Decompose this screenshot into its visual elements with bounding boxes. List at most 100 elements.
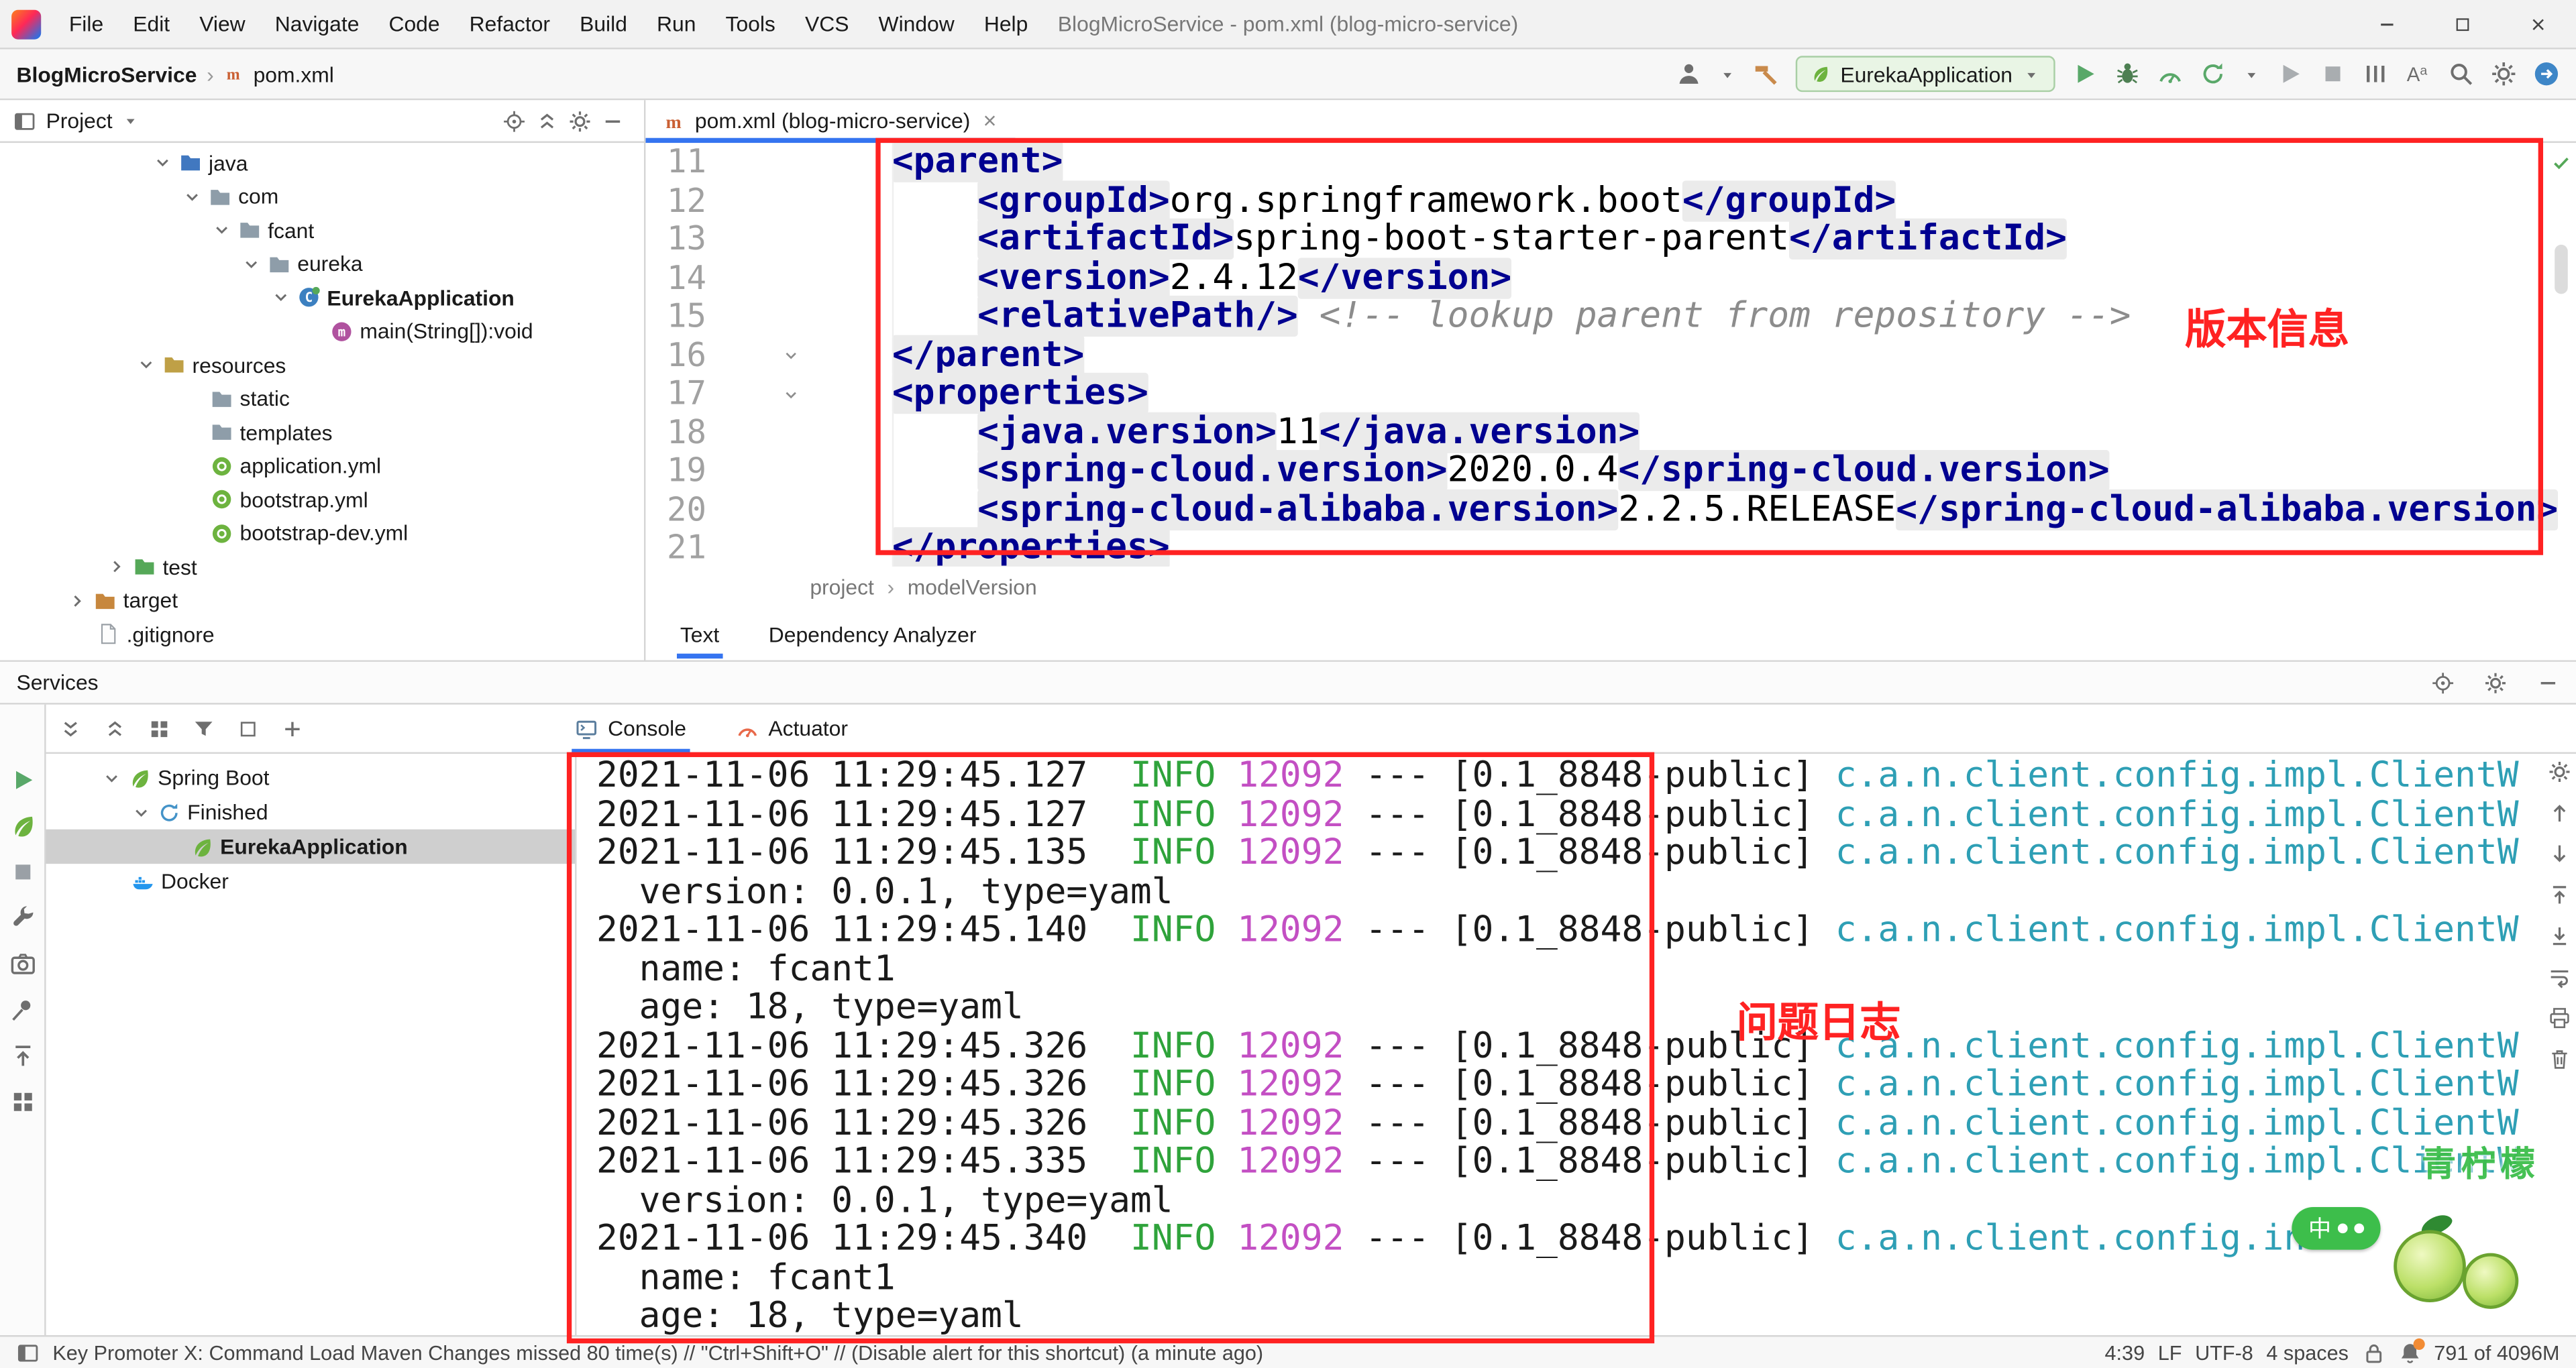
menu-view[interactable]: View xyxy=(184,11,260,36)
line-separator[interactable]: LF xyxy=(2158,1341,2182,1364)
close-icon[interactable] xyxy=(980,112,998,130)
menu-vcs[interactable]: VCS xyxy=(790,11,864,36)
hide-panel-icon[interactable] xyxy=(2536,671,2559,693)
layout-icon[interactable] xyxy=(9,1089,35,1115)
tab-dependency-analyzer[interactable]: Dependency Analyzer xyxy=(765,610,980,658)
caret-position[interactable]: 4:39 xyxy=(2105,1341,2145,1364)
tree-item-eureka[interactable]: eureka xyxy=(0,247,644,281)
tree-item-bootstrap-dev-yml[interactable]: bootstrap-dev.yml xyxy=(0,516,644,550)
chevron-down-icon[interactable] xyxy=(131,802,151,821)
menu-code[interactable]: Code xyxy=(374,11,454,36)
view-options-icon[interactable] xyxy=(2431,671,2454,693)
tree-item-fcant[interactable]: fcant xyxy=(0,213,644,247)
memory-indicator[interactable]: 791 of 4096M xyxy=(2434,1341,2559,1364)
tree-item-bootstrap-yml[interactable]: bootstrap.yml xyxy=(0,483,644,516)
tree-item-eureka-application[interactable]: EurekaApplication xyxy=(0,281,644,315)
tree-item-gitignore[interactable]: .gitignore xyxy=(0,618,644,651)
close-button[interactable] xyxy=(2500,0,2576,48)
build-hammer-icon[interactable] xyxy=(1754,61,1780,87)
print-icon[interactable] xyxy=(2548,1007,2571,1029)
settings-gear-icon[interactable] xyxy=(568,109,591,132)
tab-actuator[interactable]: Actuator xyxy=(733,705,851,752)
notifications-bell-icon[interactable] xyxy=(2398,1341,2420,1364)
menu-window[interactable]: Window xyxy=(863,11,969,36)
chevron-down-icon[interactable] xyxy=(182,187,202,207)
up-stack-trace-icon[interactable] xyxy=(2548,801,2571,824)
menu-navigate[interactable]: Navigate xyxy=(260,11,374,36)
profiler-button[interactable] xyxy=(2157,61,2184,87)
frame-icon[interactable] xyxy=(237,717,260,740)
console-output[interactable]: 2021-11-06 11:29:45.127 INFO 12092 --- [… xyxy=(577,754,2576,1335)
chevron-down-icon[interactable] xyxy=(122,112,140,130)
spring-leaf-icon[interactable] xyxy=(9,813,35,839)
tree-item-finished[interactable]: Finished xyxy=(46,795,576,829)
services-panel-title[interactable]: Services xyxy=(16,670,98,695)
scroll-to-top-icon[interactable] xyxy=(2548,884,2571,907)
chevron-right-icon[interactable] xyxy=(107,557,126,577)
console-settings-icon[interactable] xyxy=(2548,760,2571,783)
chevron-down-icon[interactable] xyxy=(241,254,261,274)
pin-icon[interactable] xyxy=(9,997,35,1023)
tree-item-application-yml[interactable]: application.yml xyxy=(0,449,644,483)
filter-icon[interactable] xyxy=(193,717,215,740)
chevron-down-icon[interactable] xyxy=(2243,65,2261,83)
tool-windows-icon[interactable] xyxy=(2363,61,2389,87)
tree-item-test[interactable]: test xyxy=(0,550,644,583)
menu-file[interactable]: File xyxy=(54,11,118,36)
code-editor[interactable]: 11<parent>12 <groupId>org.springframewor… xyxy=(645,143,2576,567)
tree-item-com[interactable]: com xyxy=(0,180,644,213)
rerun-button[interactable] xyxy=(2200,61,2226,87)
edit-configuration-icon[interactable] xyxy=(9,905,35,931)
chevron-down-icon[interactable] xyxy=(271,288,290,307)
status-message[interactable]: Key Promoter X: Command Load Maven Chang… xyxy=(52,1341,2092,1364)
breadcrumb-file[interactable]: pom.xml xyxy=(254,62,334,87)
tree-item-eureka-application[interactable]: EurekaApplication xyxy=(46,830,576,864)
tool-window-toggle-icon[interactable] xyxy=(16,1341,39,1364)
maximize-button[interactable] xyxy=(2425,0,2501,48)
tab-pom-xml[interactable]: pom.xml (blog-micro-service) xyxy=(645,100,1014,141)
tree-item-spring-boot[interactable]: Spring Boot xyxy=(46,760,576,795)
run-configuration-select[interactable]: EurekaApplication xyxy=(1796,56,2055,92)
collapse-all-icon[interactable] xyxy=(103,717,126,740)
scroll-to-end-icon[interactable] xyxy=(2548,925,2571,948)
breadcrumb-project[interactable]: BlogMicroService xyxy=(16,62,197,87)
menu-build[interactable]: Build xyxy=(565,11,642,36)
fold-icon[interactable] xyxy=(782,347,800,365)
breadcrumb-project-tag[interactable]: project xyxy=(810,575,874,600)
scrollbar-thumb[interactable] xyxy=(2555,245,2568,294)
chevron-down-icon[interactable] xyxy=(1719,65,1737,83)
soft-wrap-icon[interactable] xyxy=(2548,966,2571,988)
tree-item-templates[interactable]: templates xyxy=(0,416,644,449)
add-service-button[interactable] xyxy=(281,717,304,740)
user-icon[interactable] xyxy=(1676,61,1702,87)
menu-refactor[interactable]: Refactor xyxy=(455,11,565,36)
expand-all-icon[interactable] xyxy=(59,717,82,740)
chevron-down-icon[interactable] xyxy=(212,221,231,240)
tab-console[interactable]: Console xyxy=(572,705,690,752)
chevron-down-icon[interactable] xyxy=(153,153,172,172)
lock-icon[interactable] xyxy=(2362,1341,2385,1364)
menu-tools[interactable]: Tools xyxy=(710,11,790,36)
debug-button[interactable] xyxy=(2114,61,2141,87)
clear-console-icon[interactable] xyxy=(2548,1047,2571,1070)
thread-dump-icon[interactable] xyxy=(9,951,35,977)
start-service-button[interactable] xyxy=(9,767,35,793)
code-with-me-icon[interactable] xyxy=(2533,61,2559,87)
fold-icon[interactable] xyxy=(782,385,800,403)
tab-text[interactable]: Text xyxy=(677,610,722,658)
indent-style[interactable]: 4 spaces xyxy=(2266,1341,2349,1364)
menu-help[interactable]: Help xyxy=(969,11,1043,36)
collapse-all-icon[interactable] xyxy=(535,109,558,132)
minimize-button[interactable] xyxy=(2349,0,2425,48)
group-by-icon[interactable] xyxy=(148,717,170,740)
menu-run[interactable]: Run xyxy=(642,11,711,36)
chevron-down-icon[interactable] xyxy=(136,355,156,375)
settings-gear-icon[interactable] xyxy=(2484,671,2507,693)
menu-edit[interactable]: Edit xyxy=(118,11,184,36)
tree-item-resources[interactable]: resources xyxy=(0,348,644,382)
tree-item-main-method[interactable]: main(String[]):void xyxy=(0,315,644,348)
hide-panel-icon[interactable] xyxy=(601,109,624,132)
tree-item-target[interactable]: target xyxy=(0,584,644,618)
project-panel-title[interactable]: Project xyxy=(46,109,113,133)
search-icon[interactable] xyxy=(2448,61,2474,87)
